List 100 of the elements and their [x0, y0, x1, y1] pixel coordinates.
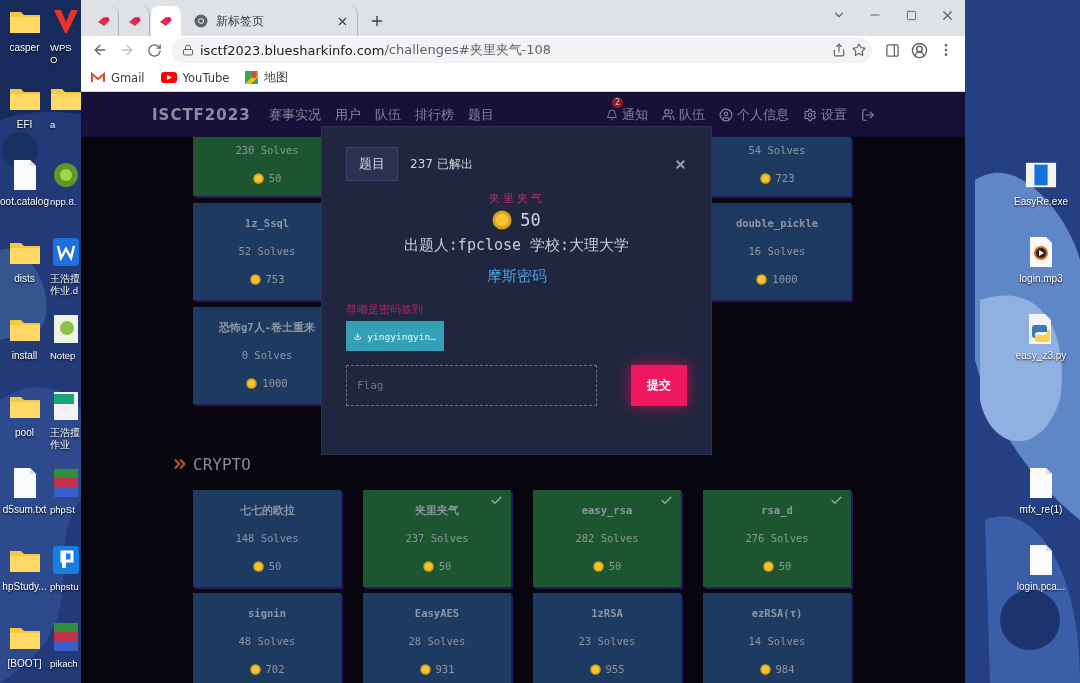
flag-input[interactable]: Flag: [346, 365, 597, 406]
document-icon: [1028, 467, 1054, 499]
users-icon: [662, 108, 675, 121]
desktop-shortcut[interactable]: d5sum.txt: [0, 466, 49, 516]
section-title: CRYPTO: [193, 454, 251, 474]
submit-button[interactable]: 提交: [631, 365, 687, 406]
shortcut-label: d5sum.txt: [2, 504, 47, 516]
nav-link[interactable]: 通知: [606, 105, 648, 124]
gear-icon: [803, 107, 817, 122]
coin-icon: [756, 273, 768, 285]
bookmark-link[interactable]: Gmail: [91, 70, 145, 85]
solve-count: 237 已解出: [410, 155, 473, 173]
desktop-shortcut[interactable]: oot.catalog: [0, 158, 49, 208]
stacked-books-icon: [51, 622, 80, 652]
shortcut-label: easy_z3.py: [1015, 350, 1067, 362]
shortcut-label: a: [50, 119, 56, 131]
author-info: 出题人:fpclose 学校:大理大学: [403, 236, 630, 255]
desktop-shortcut[interactable]: 王浩擅作业.d: [50, 235, 81, 297]
desktop-shortcut[interactable]: hpStudy...: [0, 543, 49, 593]
challenge-card[interactable]: 夹里夹气 237 Solves 50: [363, 490, 511, 587]
document-icon: [1028, 544, 1054, 576]
desktop-shortcut[interactable]: phpSt: [50, 466, 81, 516]
chrome-logo-icon: [194, 14, 208, 28]
browser-tab[interactable]: [151, 6, 181, 36]
desktop-shortcut[interactable]: mfx_re(1): [1006, 466, 1076, 516]
dialog-tab[interactable]: 题目: [346, 147, 398, 181]
side-panel-icon[interactable]: [884, 42, 900, 58]
desktop-shortcut[interactable]: phpstu: [50, 543, 81, 593]
shortcut-label: login.mp3: [1019, 273, 1063, 285]
desktop-shortcut[interactable]: a: [50, 81, 81, 131]
map-pin-icon: [245, 71, 259, 84]
nav-link[interactable]: [861, 107, 875, 122]
nav-link[interactable]: 排行榜: [414, 105, 454, 124]
shortcut-label: mfx_re(1): [1019, 504, 1063, 516]
coin-icon: [252, 560, 264, 572]
desktop-shortcut[interactable]: [BOOT]: [0, 620, 49, 670]
reload-icon[interactable]: [146, 42, 162, 58]
shortcut-label: hpStudy...: [2, 581, 47, 593]
desktop-shortcut[interactable]: pikach: [50, 620, 81, 670]
p-app-icon: [51, 545, 80, 575]
challenge-card[interactable]: 七七的欧拉 148 Solves 50: [193, 490, 341, 587]
challenge-title: 夹里夹气: [488, 191, 545, 206]
coin-icon: [252, 172, 264, 184]
challenge-description: 摩斯密码: [486, 267, 547, 286]
nav-link[interactable]: 队伍: [662, 105, 705, 124]
shortcut-label: oot.catalog: [0, 196, 49, 208]
lock-icon: [182, 44, 194, 56]
notification-badge: 2: [612, 96, 624, 108]
desktop-shortcut[interactable]: 王浩擅作业: [50, 389, 81, 451]
desktop-shortcut[interactable]: npp.8.: [50, 158, 81, 208]
desktop-shortcut[interactable]: dists: [0, 235, 49, 285]
coin-icon: [592, 560, 604, 572]
shortcut-label: pikach: [50, 658, 78, 670]
desktop-shortcut[interactable]: Notep: [50, 312, 81, 362]
nav-link[interactable]: 赛事实况: [268, 105, 321, 124]
nav-link[interactable]: 个人信息: [719, 105, 789, 124]
new-tab-icon[interactable]: [369, 13, 385, 29]
coin-icon: [419, 663, 431, 675]
shortcut-label: Notep: [50, 350, 76, 362]
nav-link[interactable]: 用户: [334, 105, 361, 124]
bookmark-link[interactable]: YouTube: [160, 70, 230, 85]
challenge-card[interactable]: signin 48 Solves 702: [193, 593, 341, 683]
diamond-favicon-icon: [127, 15, 142, 27]
desktop-shortcut[interactable]: pool: [0, 389, 49, 439]
desktop-shortcut[interactable]: EasyRe.exe: [1006, 158, 1076, 208]
profile-icon[interactable]: [910, 41, 928, 59]
coin-icon: [249, 663, 261, 675]
check-icon: [490, 494, 503, 507]
bookmark-star-icon[interactable]: [852, 43, 866, 57]
desktop-shortcut[interactable]: EFI: [0, 81, 49, 131]
address-bar[interactable]: isctf2023.bluesharkinfo.com/challenges#夹里夹气-108: [172, 37, 872, 63]
bookmark-link[interactable]: 地图: [245, 70, 289, 85]
nav-link[interactable]: 队伍: [374, 105, 401, 124]
back-icon[interactable]: [92, 42, 108, 58]
nav-link[interactable]: 设置: [803, 105, 847, 124]
challenge-card[interactable]: 1zRSA 23 Solves 955: [533, 593, 681, 683]
shortcut-label: pool: [15, 427, 34, 439]
share-icon[interactable]: [832, 43, 846, 57]
audio-file-icon: [1028, 236, 1054, 268]
shortcut-label: dists: [14, 273, 35, 285]
chameleon-icon: [51, 161, 80, 189]
download-button[interactable]: yingyingyin…: [346, 321, 444, 351]
check-icon: [660, 494, 673, 507]
challenge-card[interactable]: rsa_d 276 Solves 50: [703, 490, 851, 587]
v-logo-icon: [51, 7, 80, 35]
challenge-card[interactable]: ezRSA(τ) 14 Solves 984: [703, 593, 851, 683]
nav-link[interactable]: 题目: [467, 105, 494, 124]
close-icon[interactable]: [674, 157, 687, 171]
stacked-books-icon: [51, 468, 80, 498]
play-button-icon: [160, 72, 177, 83]
shortcut-label: login.pca...: [1016, 581, 1066, 593]
desktop-shortcut[interactable]: install: [0, 312, 49, 362]
site-logo[interactable]: ISCTF2023: [152, 105, 251, 124]
download-icon: [354, 330, 362, 342]
challenge-card[interactable]: EasyAES 28 Solves 931: [363, 593, 511, 683]
desktop-shortcut[interactable]: login.mp3: [1006, 235, 1076, 285]
challenge-card[interactable]: easy_rsa 282 Solves 50: [533, 490, 681, 587]
desktop-shortcut[interactable]: WPS O: [50, 4, 81, 66]
maximize-icon[interactable]: [905, 9, 917, 21]
desktop-shortcut[interactable]: casper: [0, 4, 49, 54]
